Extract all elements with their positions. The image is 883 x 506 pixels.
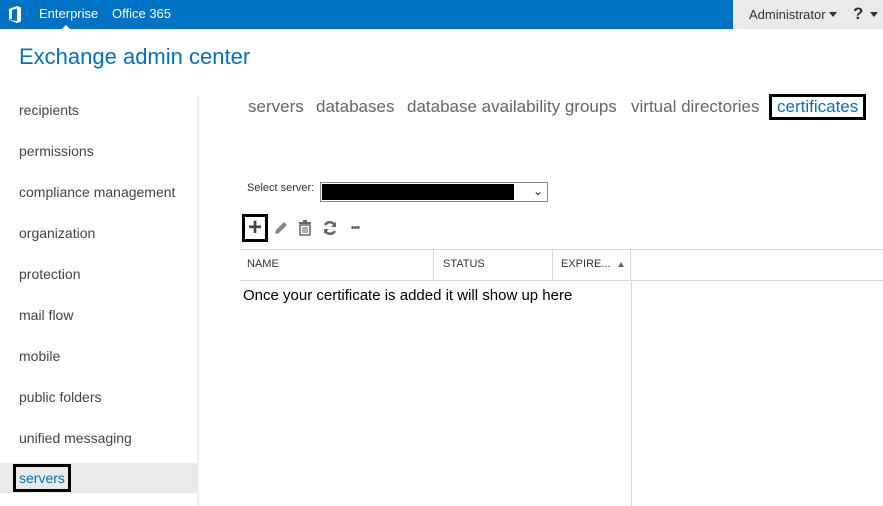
sort-ascending-icon: [618, 262, 624, 267]
sidebar-item-public-folders[interactable]: public folders: [0, 382, 198, 412]
refresh-icon[interactable]: [317, 214, 343, 242]
empty-list-message: Once your certificate is added it will s…: [243, 287, 573, 304]
tab-virtual-directories[interactable]: virtual directories: [631, 97, 760, 117]
app-title: Exchange admin center: [19, 44, 251, 69]
column-divider: [433, 250, 434, 280]
sidebar-item-label: servers: [13, 464, 71, 492]
more-options-button[interactable]: •••: [342, 214, 368, 242]
column-header-status[interactable]: STATUS: [443, 258, 485, 270]
sidebar-item-label: public folders: [19, 389, 102, 405]
column-header-expires[interactable]: EXPIRE...: [561, 258, 611, 270]
sidebar-item-compliance-management[interactable]: compliance management: [0, 177, 198, 207]
sidebar-item-label: compliance management: [19, 184, 176, 200]
tab-database-availability-groups[interactable]: database availability groups: [407, 97, 617, 117]
nav-enterprise[interactable]: Enterprise: [39, 6, 98, 21]
table-top-border: [240, 249, 883, 250]
pencil-icon[interactable]: [268, 214, 294, 242]
details-pane-divider: [631, 281, 632, 506]
chevron-down-icon[interactable]: [870, 12, 878, 17]
sidebar-item-label: organization: [19, 225, 96, 241]
sidebar-item-label: permissions: [19, 143, 94, 159]
sidebar-item-recipients[interactable]: recipients: [0, 95, 198, 125]
select-server-label: Select server:: [247, 182, 315, 194]
sidebar-item-mail-flow[interactable]: mail flow: [0, 300, 198, 330]
sidebar-item-label: protection: [19, 266, 81, 282]
sidebar-item-label: mobile: [19, 348, 61, 364]
sidebar: recipients permissions compliance manage…: [0, 90, 198, 506]
user-menu[interactable]: Administrator: [749, 7, 826, 22]
redacted-server-name: [322, 184, 514, 200]
tab-certificates[interactable]: certificates: [769, 94, 867, 120]
sidebar-divider: [197, 95, 200, 506]
select-server-dropdown[interactable]: ⌄: [320, 182, 548, 202]
column-divider: [630, 250, 631, 280]
office-logo-icon[interactable]: [8, 6, 22, 23]
sidebar-item-label: mail flow: [19, 307, 74, 323]
column-header-name[interactable]: NAME: [247, 258, 279, 270]
sidebar-item-permissions[interactable]: permissions: [0, 136, 198, 166]
sidebar-item-label: recipients: [19, 102, 79, 118]
column-divider: [552, 250, 553, 280]
nav-office365[interactable]: Office 365: [112, 6, 171, 21]
sidebar-item-label: unified messaging: [19, 430, 132, 446]
top-bar: Enterprise Office 365 Administrator ?: [0, 0, 883, 29]
user-area: Administrator ?: [733, 0, 883, 29]
active-nav-indicator: [62, 25, 70, 29]
tab-servers[interactable]: servers: [248, 97, 304, 117]
chevron-down-icon[interactable]: [829, 12, 837, 17]
sidebar-item-servers[interactable]: servers: [0, 463, 198, 493]
sidebar-item-unified-messaging[interactable]: unified messaging: [0, 423, 198, 453]
sidebar-item-protection[interactable]: protection: [0, 259, 198, 289]
table-header-border: [240, 280, 883, 281]
sidebar-item-mobile[interactable]: mobile: [0, 341, 198, 371]
help-icon[interactable]: ?: [853, 4, 863, 24]
sidebar-item-organization[interactable]: organization: [0, 218, 198, 248]
chevron-down-icon: ⌄: [532, 184, 543, 198]
trash-icon[interactable]: [292, 214, 318, 242]
add-button[interactable]: +: [242, 214, 268, 242]
tab-databases[interactable]: databases: [316, 97, 394, 117]
